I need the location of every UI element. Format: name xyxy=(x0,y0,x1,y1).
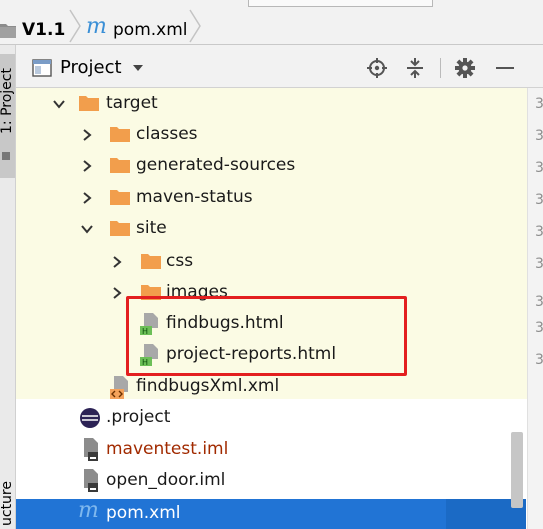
toolbar-divider xyxy=(440,58,441,78)
tree-item-label: maven-status xyxy=(136,187,253,207)
iml-file-icon xyxy=(84,438,98,461)
tree-item-label: findbugsXml.xml xyxy=(136,376,280,396)
chevron-right-icon[interactable] xyxy=(80,159,94,173)
folder-icon xyxy=(110,158,130,173)
tool-tab-marker xyxy=(2,152,10,160)
maven-icon: m xyxy=(86,14,107,39)
annotation-highlight-box xyxy=(126,296,407,376)
gutter-line-number: 3 xyxy=(535,294,543,310)
folder-icon xyxy=(110,221,130,236)
breadcrumb-separator-icon xyxy=(69,9,81,43)
gutter-line-number: 3 xyxy=(535,128,543,144)
gutter-line-number: 3 xyxy=(535,160,543,176)
chevron-right-icon[interactable] xyxy=(110,255,124,269)
breadcrumb-project[interactable]: V1.1 xyxy=(22,19,65,41)
crosshair-icon[interactable] xyxy=(366,57,388,79)
folder-icon xyxy=(110,127,130,142)
vertical-scrollbar-thumb[interactable] xyxy=(511,432,523,508)
folder-icon xyxy=(110,190,130,205)
tree-item-target[interactable]: target xyxy=(16,88,527,119)
tree-item-generated-sources[interactable]: generated-sources xyxy=(16,150,527,181)
tree-item-dot-project[interactable]: .project xyxy=(16,402,527,433)
gutter-line-number: 3 xyxy=(535,256,543,272)
tool-tab-project-label: 1: Project xyxy=(0,68,15,134)
folder-icon xyxy=(0,24,16,38)
folder-icon xyxy=(79,96,99,111)
project-view-icon xyxy=(32,59,52,77)
tree-item-site[interactable]: site xyxy=(16,213,527,244)
gutter-line-number: 3 xyxy=(535,192,543,208)
chevron-down-icon[interactable] xyxy=(52,97,66,111)
search-field-edge[interactable] xyxy=(248,0,433,7)
tree-item-css[interactable]: css xyxy=(16,246,527,277)
iml-file-icon xyxy=(84,469,98,492)
tool-tab-structure-label: ucture xyxy=(0,481,15,526)
tree-item-pom-xml[interactable]: m pom.xml xyxy=(16,498,527,529)
gutter-line-number: 3 xyxy=(535,352,543,368)
chevron-right-icon[interactable] xyxy=(80,191,94,205)
tool-tab-project[interactable]: 1: Project xyxy=(0,54,15,178)
breadcrumb-file[interactable]: pom.xml xyxy=(113,19,188,41)
chevron-right-icon[interactable] xyxy=(110,286,124,300)
editor-gutter: 3 3 3 3 3 3 3 3 3 xyxy=(527,88,543,529)
gear-icon[interactable] xyxy=(454,57,476,79)
tree-item-label: classes xyxy=(136,124,198,144)
tree-item-open-door-iml[interactable]: open_door.iml xyxy=(16,465,527,496)
maven-icon: m xyxy=(78,498,99,523)
collapse-all-icon[interactable] xyxy=(404,57,426,79)
panel-title[interactable]: Project xyxy=(60,57,122,79)
tree-item-label: site xyxy=(136,218,167,238)
tree-item-maven-status[interactable]: maven-status xyxy=(16,182,527,213)
tree-item-label: css xyxy=(166,251,194,271)
tree-item-label: pom.xml xyxy=(106,503,181,523)
xml-file-icon xyxy=(110,376,128,399)
eclipse-icon xyxy=(80,408,100,428)
tree-item-maventest-iml[interactable]: maventest.iml xyxy=(16,434,527,465)
tree-item-label: target xyxy=(106,93,158,113)
breadcrumb-separator-icon xyxy=(189,9,201,43)
gutter-line-number: 3 xyxy=(535,320,543,336)
chevron-down-icon[interactable] xyxy=(80,222,94,236)
minimize-icon[interactable] xyxy=(496,67,514,69)
tool-tab-structure[interactable]: ucture xyxy=(0,470,15,529)
chevron-right-icon[interactable] xyxy=(80,128,94,142)
tree-item-label: open_door.iml xyxy=(106,470,226,490)
tree-item-classes[interactable]: classes xyxy=(16,119,527,150)
folder-icon xyxy=(141,254,161,269)
tree-item-label: .project xyxy=(106,407,171,427)
tree-item-label: generated-sources xyxy=(136,155,296,175)
chevron-down-icon[interactable] xyxy=(132,63,144,73)
tree-item-label: maventest.iml xyxy=(106,439,229,459)
breadcrumb-bar: V1.1 m pom.xml xyxy=(0,0,543,45)
gutter-line-number: 3 xyxy=(535,224,543,240)
gutter-line-number: 3 xyxy=(535,96,543,112)
